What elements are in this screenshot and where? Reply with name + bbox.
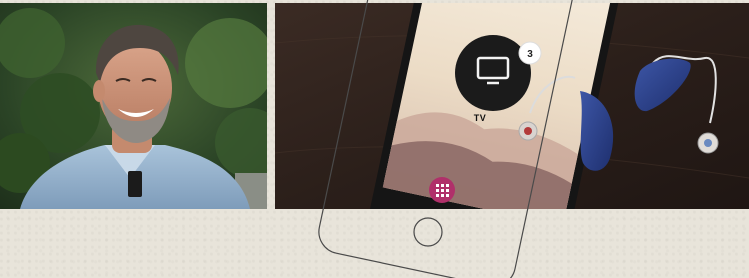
grid-icon bbox=[436, 184, 449, 197]
tv-program-button[interactable] bbox=[455, 35, 531, 111]
program-count: 3 bbox=[527, 49, 533, 60]
hearing-aid-app-photo: 3 TV bbox=[275, 3, 749, 209]
program-label: TV bbox=[474, 113, 487, 123]
man-photo bbox=[0, 3, 267, 209]
